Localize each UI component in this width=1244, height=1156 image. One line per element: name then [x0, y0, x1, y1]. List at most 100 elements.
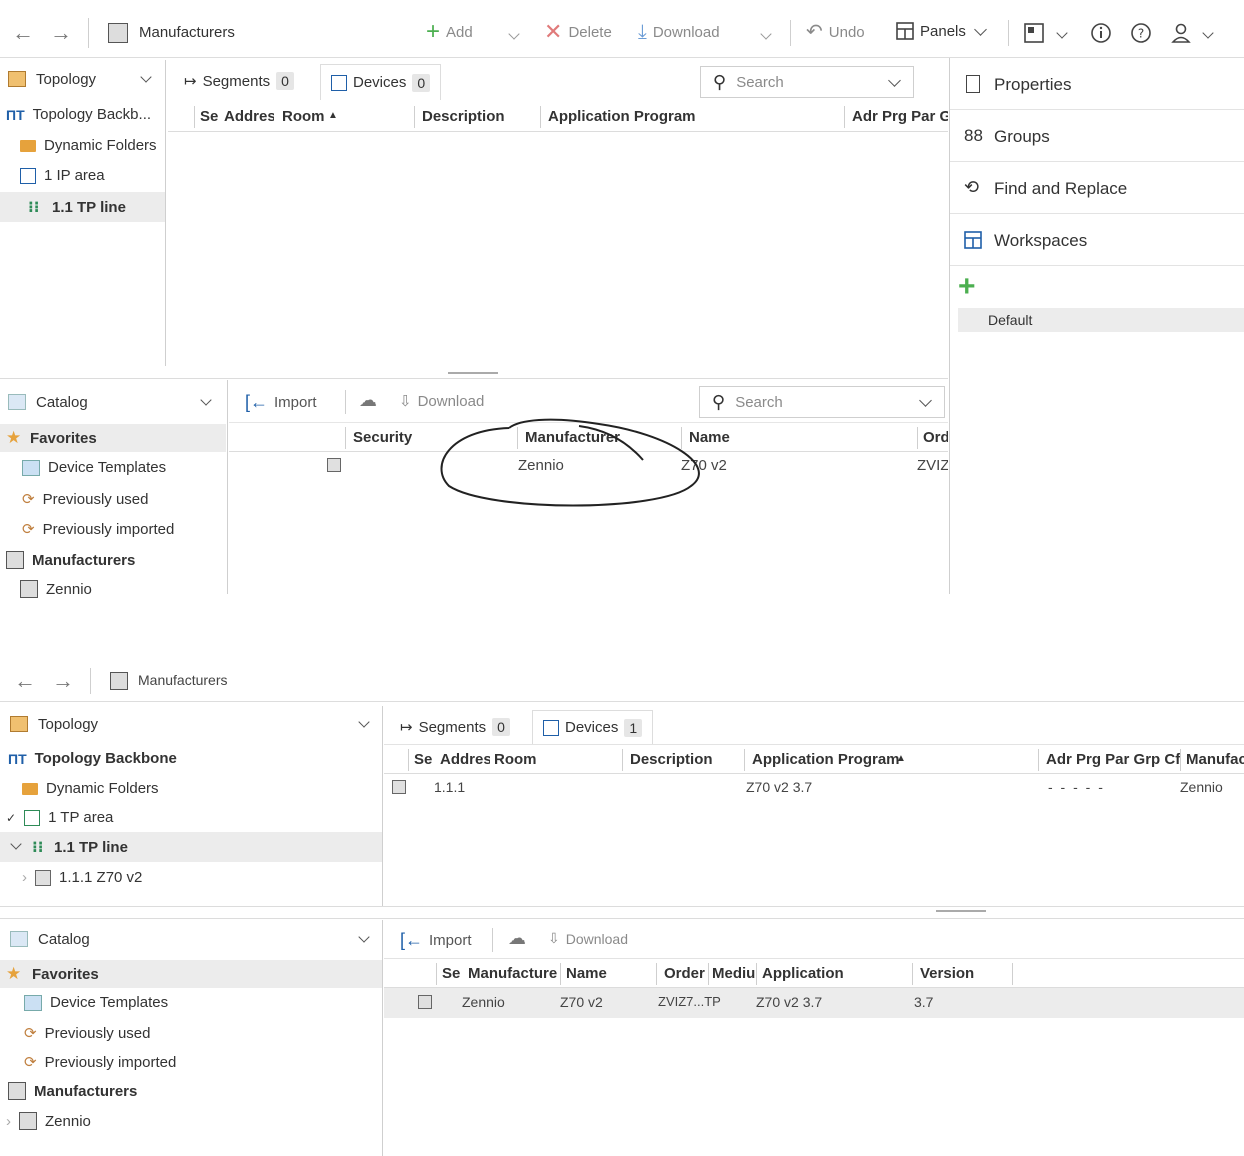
topology-dropdown[interactable]: Topology — [0, 706, 383, 742]
chevron-right-icon: › — [6, 1112, 11, 1130]
bottom-titlebar: ← → Manufacturers — [0, 662, 1244, 702]
bottom-device-panel: ↦ Segments 0 Devices 1 Se Addres Room De… — [384, 706, 1244, 906]
workspaces-panel-button[interactable]: Workspaces — [950, 214, 1244, 266]
folder-icon — [20, 139, 36, 152]
catalog-item-manufacturers[interactable]: Manufacturers — [8, 1082, 137, 1100]
manufacturers-icon — [108, 23, 128, 43]
splitter-handle[interactable] — [448, 372, 498, 374]
star-icon: ★ — [6, 428, 22, 447]
panels-button[interactable]: Panels — [896, 22, 987, 40]
catalog-item-previously-imported[interactable]: ⟳ Previously imported — [22, 520, 174, 539]
table-row[interactable]: 1.1.1 Z70 v2 3.7 - - - - - Zennio — [384, 774, 1244, 802]
svg-text:?: ? — [1138, 27, 1144, 41]
catalog-item-device-templates[interactable]: Device Templates — [22, 459, 166, 476]
download-dropdown-chevron-icon[interactable] — [760, 28, 772, 40]
chevron-down-icon — [358, 931, 370, 943]
help-icon[interactable]: ? — [1130, 22, 1152, 44]
tree-item-tp-line[interactable]: ⁝⁝ 1.1 TP line — [0, 192, 165, 222]
tab-segments[interactable]: ↦ Segments 0 — [400, 718, 510, 736]
device-search-input[interactable]: ⚲ Search — [700, 66, 914, 98]
find-replace-panel-button[interactable]: ⟲ Find and Replace — [950, 162, 1244, 214]
back-arrow-icon[interactable]: ← — [12, 20, 34, 46]
segments-icon: ↦ — [184, 73, 197, 90]
device-table-header: Se Addres Room Description Application P… — [384, 744, 1244, 774]
tree-item-topology-backbone[interactable]: ПТ Topology Backb... — [6, 106, 151, 123]
template-icon — [24, 994, 42, 1011]
star-icon: ★ — [6, 964, 22, 983]
tree-item-dynamic-folders[interactable]: Dynamic Folders — [22, 780, 159, 797]
top-right-panel: Properties 88 Groups ⟲ Find and Replace … — [949, 58, 1244, 594]
catalog-dropdown[interactable]: Catalog — [0, 380, 228, 424]
template-icon — [22, 459, 40, 476]
catalog-item-previously-imported[interactable]: ⟳ Previously imported — [24, 1053, 176, 1072]
catalog-icon — [10, 931, 28, 947]
table-row[interactable]: Zennio Z70 v2 ZVIZ7...TP Z70 v2 3.7 3.7 — [384, 988, 1244, 1018]
add-button[interactable]: + Add — [426, 18, 473, 45]
bottom-catalog-panel: [← Import ☁ ⇩ Download Se Manufacturer N… — [384, 920, 1244, 1156]
catalog-item-previously-used[interactable]: ⟳ Previously used — [22, 490, 148, 509]
chevron-down-icon[interactable] — [888, 73, 901, 87]
tree-item-device[interactable]: › 1.1.1 Z70 v2 — [22, 869, 142, 886]
tree-item-ip-area[interactable]: 1 IP area — [20, 167, 105, 184]
catalog-dropdown[interactable]: Catalog — [0, 920, 383, 958]
user-icon[interactable] — [1170, 22, 1192, 44]
layout-icon[interactable] — [1024, 23, 1044, 43]
cloud-icon[interactable]: ☁ — [508, 928, 526, 949]
catalog-item-favorites[interactable]: ★ Favorites — [0, 424, 226, 452]
catalog-item-zennio[interactable]: Zennio — [20, 580, 92, 598]
tree-item-topology-backbone[interactable]: ПТ Topology Backbone — [8, 750, 177, 767]
top-toolbar: ← → Manufacturers + Add ✕ Delete ⤓ Downl… — [0, 8, 1244, 58]
tab-devices[interactable]: Devices 0 — [320, 64, 442, 100]
properties-panel-button[interactable]: Properties — [950, 58, 1244, 110]
bottom-screenshot: ← → Manufacturers Topology ПТ Topology B… — [0, 662, 1244, 1156]
tree-item-tp-area[interactable]: ✓ 1 TP area — [6, 809, 113, 826]
catalog-item-zennio[interactable]: › Zennio — [6, 1112, 91, 1130]
topology-dropdown[interactable]: Topology — [0, 60, 166, 100]
manufacturers-icon — [110, 672, 128, 690]
delete-button[interactable]: ✕ Delete — [544, 19, 612, 44]
bottom-left-tree-panel: Topology ПТ Topology Backbone Dynamic Fo… — [0, 706, 383, 906]
tab-segments[interactable]: ↦ Segments 0 — [184, 72, 294, 90]
cloud-icon[interactable]: ☁ — [359, 390, 377, 411]
catalog-item-manufacturers[interactable]: Manufacturers — [6, 551, 135, 569]
area-icon — [20, 167, 36, 184]
groups-panel-button[interactable]: 88 Groups — [950, 110, 1244, 162]
tree-item-dynamic-folders[interactable]: Dynamic Folders — [20, 137, 157, 154]
catalog-table-header: Se Manufacturer Name Order Mediu Applica… — [384, 958, 1244, 988]
user-chevron-icon[interactable] — [1202, 27, 1214, 39]
add-dropdown-chevron-icon[interactable] — [508, 28, 520, 40]
top-screenshot: ← → Manufacturers + Add ✕ Delete ⤓ Downl… — [0, 0, 1244, 598]
add-workspace-plus-icon[interactable]: + — [958, 270, 976, 304]
topology-icon — [10, 716, 28, 732]
catalog-download-button[interactable]: ⇩ Download — [548, 930, 628, 947]
forward-arrow-icon[interactable]: → — [52, 668, 74, 694]
manufacturers-icon — [8, 1082, 26, 1100]
chevron-down-icon[interactable] — [919, 393, 932, 407]
tree-item-tp-line[interactable]: ⁝⁝ 1.1 TP line — [0, 832, 382, 862]
info-icon[interactable] — [1090, 22, 1112, 44]
import-icon: [← — [245, 392, 269, 412]
forward-arrow-icon[interactable]: → — [50, 20, 72, 46]
panels-icon — [896, 22, 914, 40]
chevron-down-icon — [974, 22, 987, 36]
close-x-icon: ✕ — [544, 19, 563, 44]
catalog-item-device-templates[interactable]: Device Templates — [24, 994, 168, 1011]
undo-button[interactable]: ↶ Undo — [806, 22, 865, 42]
import-button[interactable]: [← Import — [400, 930, 472, 951]
splitter-handle[interactable] — [936, 910, 986, 912]
catalog-search-input[interactable]: ⚲ Search — [699, 386, 945, 418]
catalog-download-button[interactable]: ⇩ Download — [399, 392, 484, 411]
back-arrow-icon[interactable]: ← — [14, 668, 36, 694]
tab-devices[interactable]: Devices 1 — [532, 710, 654, 744]
manufacturer-icon — [20, 580, 38, 598]
groups-icon: 88 — [964, 126, 983, 145]
catalog-item-previously-used[interactable]: ⟳ Previously used — [24, 1024, 150, 1043]
catalog-item-favorites[interactable]: ★ Favorites — [0, 960, 382, 988]
import-button[interactable]: [← Import — [245, 392, 317, 413]
workspace-default-item[interactable]: Default — [958, 308, 1244, 332]
layout-chevron-icon[interactable] — [1056, 27, 1068, 39]
plus-icon: + — [426, 18, 441, 45]
manufacturer-icon — [19, 1112, 37, 1130]
top-left-tree-panel: Topology ПТ Topology Backb... Dynamic Fo… — [0, 60, 166, 366]
download-button[interactable]: ⤓ Download — [638, 22, 720, 42]
